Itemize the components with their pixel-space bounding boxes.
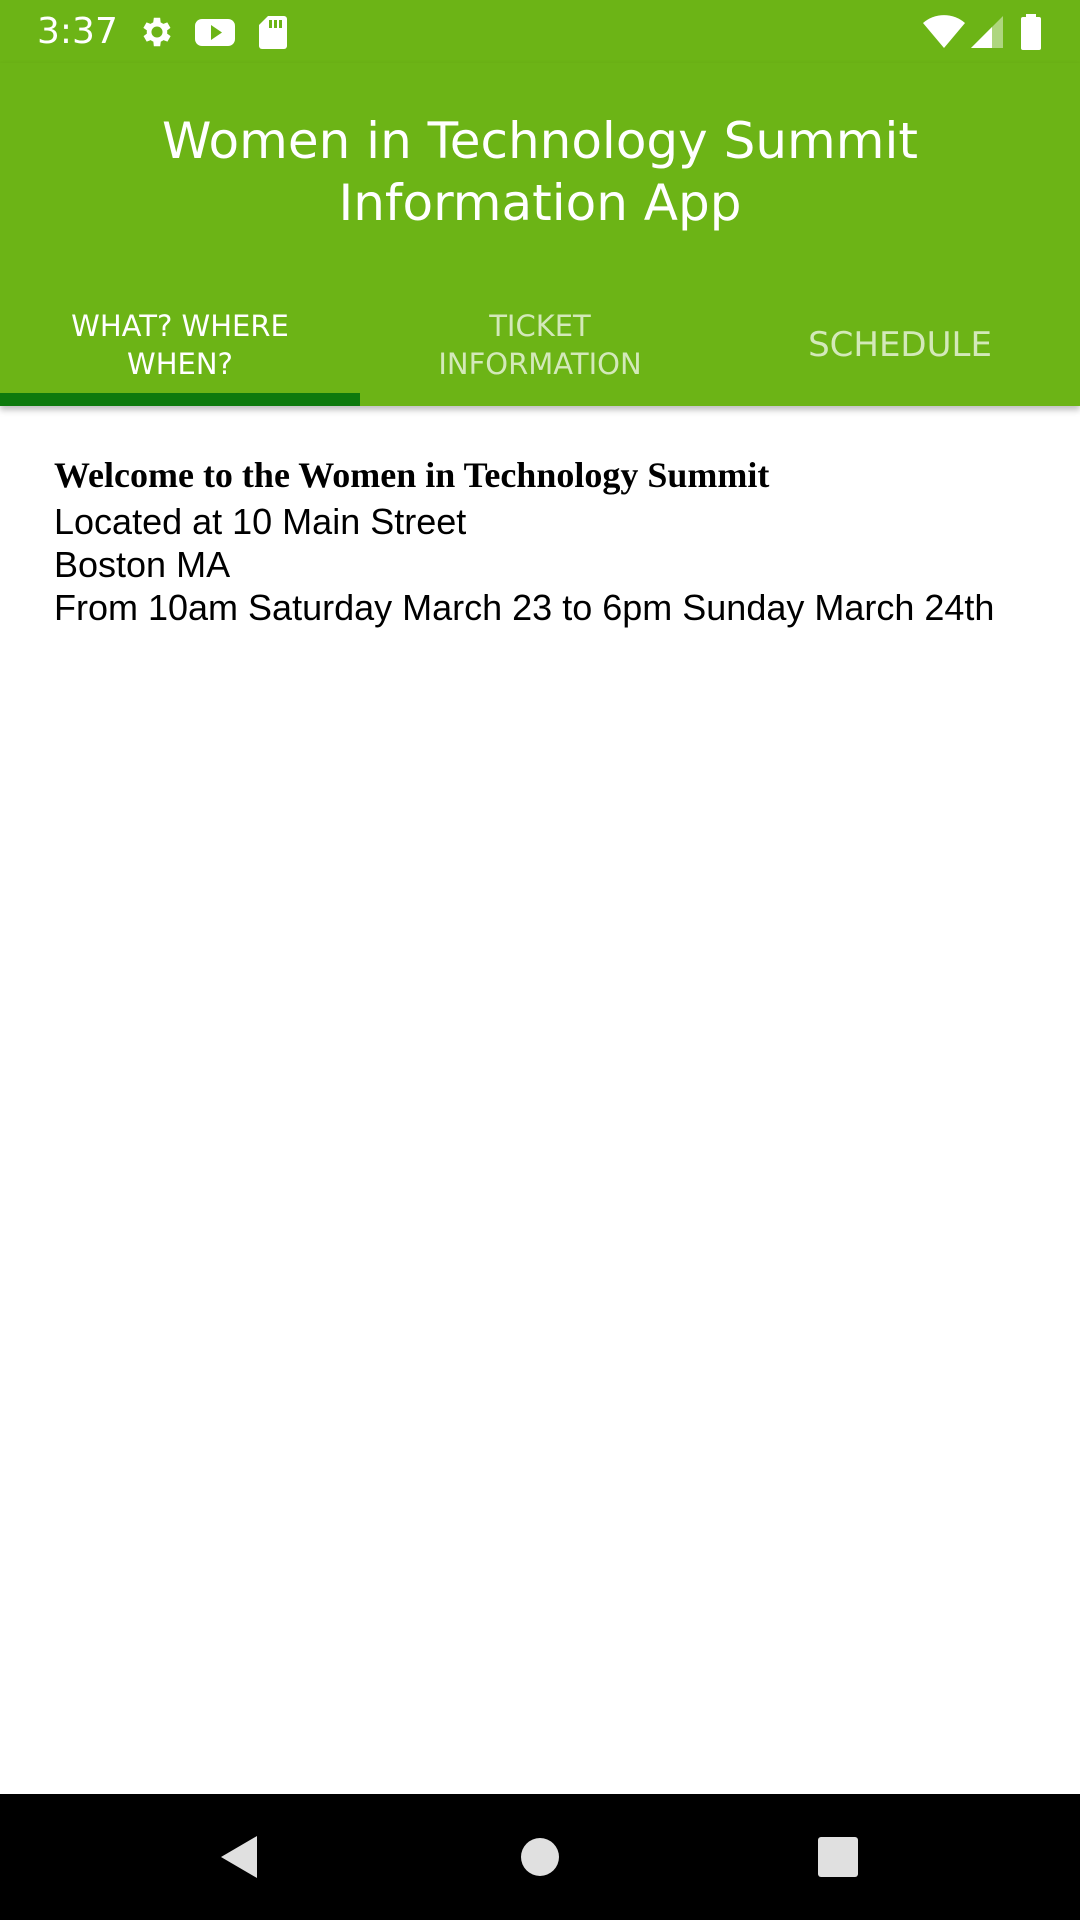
gear-icon: [138, 12, 176, 52]
system-nav-bar: [0, 1794, 1080, 1920]
city-text: Boston MA: [54, 544, 231, 585]
tab-what-where-when[interactable]: WHAT? WHERE WHEN?: [0, 293, 360, 406]
tab-label: WHAT? WHERE WHEN?: [71, 308, 289, 381]
tab-label: TICKET INFORMATION: [438, 308, 642, 381]
battery-icon: [1020, 12, 1042, 52]
sd-card-icon: [258, 12, 288, 52]
status-time: 3:37: [37, 11, 118, 52]
tab-schedule[interactable]: SCHEDULE: [720, 293, 1080, 406]
status-bar: 3:37: [0, 0, 1080, 63]
home-icon[interactable]: [505, 1822, 575, 1892]
location-text: Located at 10 Main Street: [54, 501, 467, 542]
screen: 3:37 Women in Technology Summit Informat…: [0, 0, 1080, 1920]
tab-ticket-information[interactable]: TICKET INFORMATION: [360, 293, 720, 406]
signal-icon: [970, 12, 1004, 52]
tab-indicator: [0, 393, 360, 406]
welcome-heading: Welcome to the Women in Technology Summi…: [54, 455, 770, 495]
wifi-icon: [922, 12, 966, 52]
app-title: Women in Technology Summit Information A…: [162, 112, 918, 232]
tab-bar: WHAT? WHERE WHEN? TICKET INFORMATION SCH…: [0, 293, 1080, 406]
tab-label: SCHEDULE: [808, 324, 992, 365]
recents-icon[interactable]: [803, 1822, 873, 1892]
youtube-icon: [194, 12, 236, 52]
event-info: Welcome to the Women in Technology Summi…: [54, 450, 1034, 629]
dates-text: From 10am Saturday March 23 to 6pm Sunda…: [54, 587, 995, 628]
app-bar: Women in Technology Summit Information A…: [0, 63, 1080, 406]
back-icon[interactable]: [204, 1822, 274, 1892]
